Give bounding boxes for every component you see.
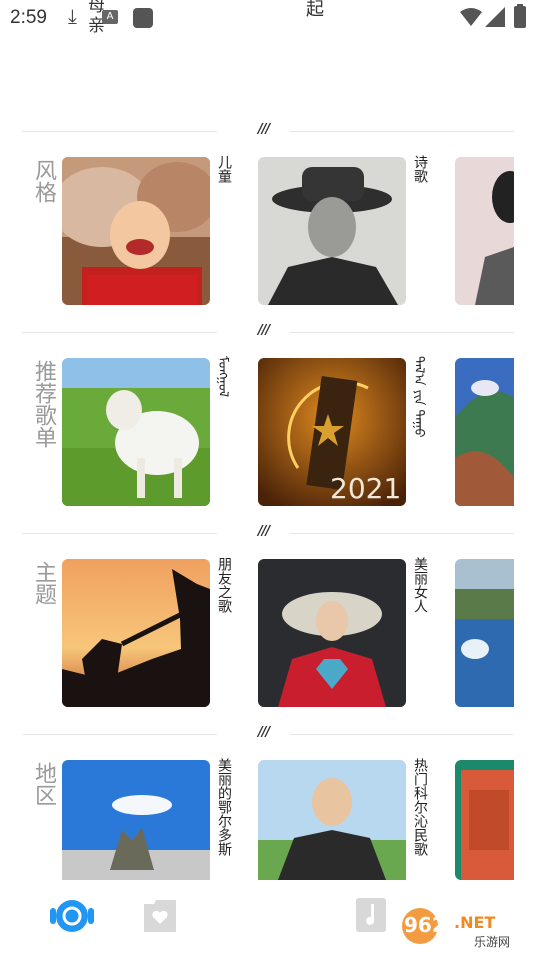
card-image-partial[interactable] bbox=[455, 760, 514, 880]
divider bbox=[22, 131, 217, 132]
status-title: 起 bbox=[306, 0, 324, 20]
section-marker: /// bbox=[258, 725, 270, 740]
divider bbox=[22, 332, 217, 333]
card-label: 热门科尔沁民歌 bbox=[412, 758, 428, 856]
favorites-tab-icon[interactable] bbox=[144, 900, 176, 932]
card-label: ᠮᠣᠩᠭᠣᠯ bbox=[215, 356, 230, 398]
card-image-khorchin[interactable] bbox=[258, 760, 406, 880]
signal-icon bbox=[485, 7, 505, 27]
divider bbox=[290, 734, 514, 735]
card-image-beautiful-woman[interactable] bbox=[258, 559, 406, 707]
card-image-children[interactable] bbox=[62, 157, 210, 305]
app-square-icon bbox=[133, 8, 153, 28]
card-image-partial[interactable] bbox=[455, 157, 514, 305]
section-title: 推荐歌单 bbox=[31, 360, 56, 448]
section-title: 地区 bbox=[31, 762, 56, 806]
section-playlist: /// 推荐歌单 ᠮᠣᠩᠭᠣᠯ 2021 bbox=[0, 323, 536, 532]
divider bbox=[22, 533, 217, 534]
card-image-partial[interactable] bbox=[455, 358, 514, 506]
section-style: /// 风格 儿童 诗歌 bbox=[0, 122, 536, 331]
text-icon: A bbox=[102, 10, 118, 24]
status-bar: 2:59 ⤓ 母亲 A 起 bbox=[0, 0, 536, 38]
watermark-suffix: .NET bbox=[454, 913, 495, 932]
section-title: 主题 bbox=[31, 561, 56, 605]
divider bbox=[290, 533, 514, 534]
card-image-poetry[interactable] bbox=[258, 157, 406, 305]
card-label: 美丽的鄂尔多斯 bbox=[216, 758, 232, 856]
year-text: 2021 bbox=[330, 472, 401, 505]
card-image-partial[interactable] bbox=[455, 559, 514, 707]
divider bbox=[290, 332, 514, 333]
music-tab-icon[interactable] bbox=[356, 898, 386, 932]
watermark-brand: 962 bbox=[404, 913, 446, 937]
divider bbox=[290, 131, 514, 132]
card-image-ordos[interactable] bbox=[62, 760, 210, 880]
watermark-logo: 962 .NET 乐游网 bbox=[402, 908, 510, 949]
section-theme: /// 主题 朋友之歌 美丽女人 bbox=[0, 524, 536, 733]
download-icon: ⤓ bbox=[68, 4, 77, 28]
card-label: ᠲᠠᠯ᠎ᠠ ᠶᠢᠨ ᠳᠠᠭᠤ bbox=[411, 356, 426, 438]
section-marker: /// bbox=[258, 524, 270, 539]
home-tab-icon[interactable] bbox=[50, 898, 94, 934]
section-marker: /// bbox=[258, 122, 270, 137]
card-image-2021[interactable]: 2021 bbox=[258, 358, 406, 506]
card-label: 诗歌 bbox=[412, 155, 428, 183]
status-time: 2:59 bbox=[10, 7, 47, 28]
divider bbox=[22, 734, 217, 735]
card-label: 儿童 bbox=[216, 155, 232, 183]
watermark-sub: 乐游网 bbox=[474, 935, 510, 949]
card-label: 美丽女人 bbox=[412, 557, 428, 613]
card-image-friends[interactable] bbox=[62, 559, 210, 707]
section-marker: /// bbox=[258, 323, 270, 338]
battery-icon bbox=[514, 4, 526, 28]
card-label: 朋友之歌 bbox=[216, 557, 232, 613]
section-title: 风格 bbox=[31, 159, 56, 203]
wifi-icon bbox=[460, 8, 482, 26]
card-image-lamb[interactable] bbox=[62, 358, 210, 506]
